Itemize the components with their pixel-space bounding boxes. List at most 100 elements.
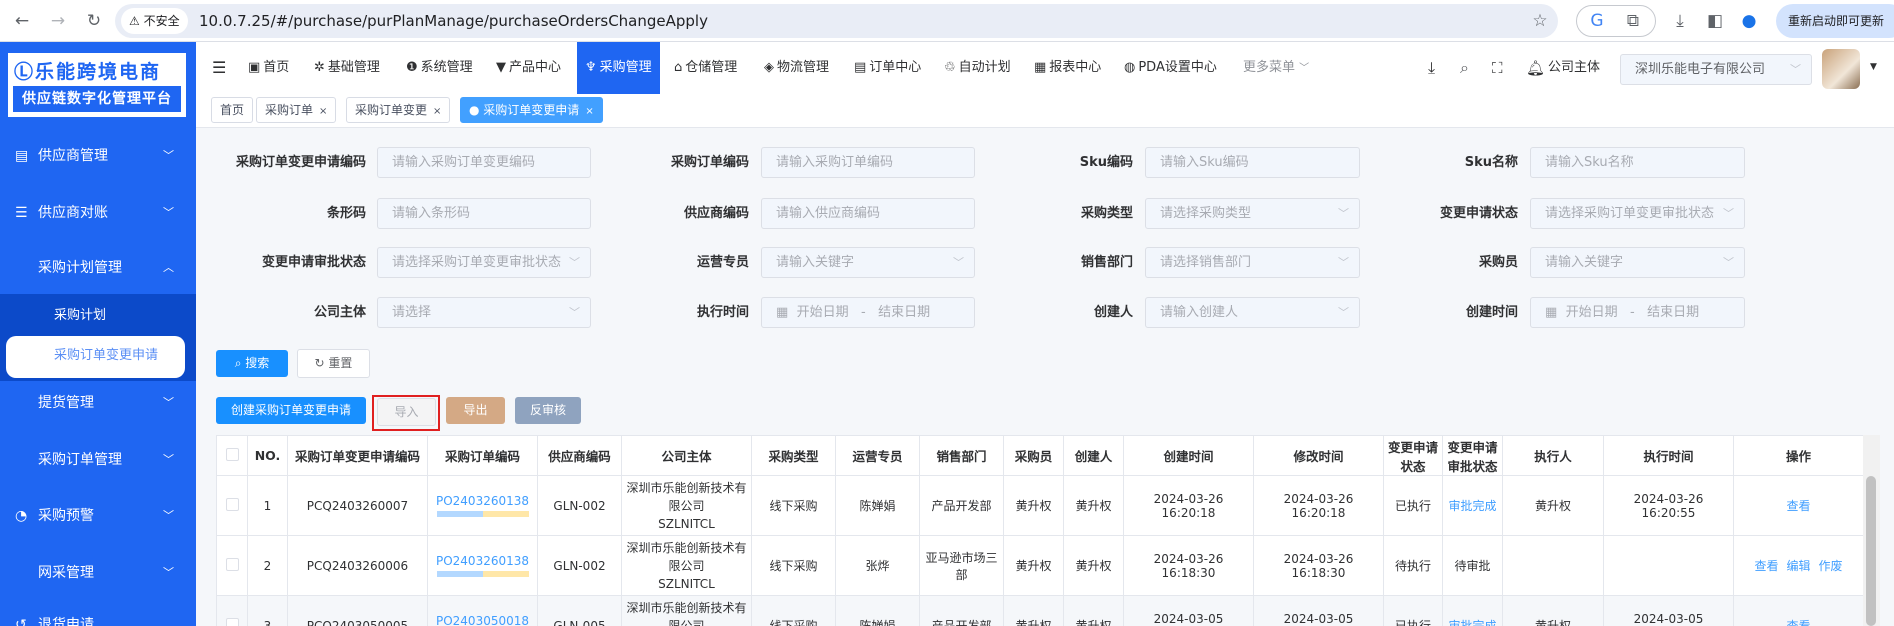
filter-input[interactable]: 请输入Sku名称 xyxy=(1530,147,1745,178)
placeholder: 请选择采购订单变更审批状态 xyxy=(1545,206,1715,221)
home-icon: ▣ xyxy=(248,60,261,75)
back-icon[interactable]: ← xyxy=(10,9,34,33)
forward-icon[interactable]: → xyxy=(46,9,70,33)
po-link[interactable]: PO2403260138 xyxy=(436,554,529,568)
bell-icon[interactable]: 🔔︎ xyxy=(1526,42,1545,94)
side-panel-icon[interactable]: ◧ xyxy=(1703,9,1727,33)
row-checkbox[interactable] xyxy=(225,617,239,626)
sidebar-item-warning[interactable]: ◔ 采购预警 ﹀ xyxy=(0,496,196,536)
table-header: NO. 采购订单变更申请编码 采购订单编码 供应商编码 公司主体 采购类型 运营专员 销售部门… xyxy=(216,435,1863,476)
address-bar[interactable]: ⚠ 不安全 10.0.7.25/#/purchase/purPlanManage… xyxy=(115,4,1558,38)
po-expand-toggle[interactable] xyxy=(436,571,529,577)
cell-buyer: 黄升权 xyxy=(1003,535,1064,596)
sidebar-label: 供应商管理 xyxy=(38,148,108,164)
nav-reports[interactable]: ▦ 报表中心 xyxy=(1034,42,1101,94)
approval-cell: 审批完成 xyxy=(1442,595,1503,626)
approval-status[interactable]: 审批完成 xyxy=(1448,619,1496,626)
column-header: 执行时间 xyxy=(1603,435,1734,476)
close-icon[interactable]: × xyxy=(433,106,441,117)
export-button[interactable]: 导出 xyxy=(446,397,505,424)
company-select[interactable]: 深圳乐能电子有限公司 ﹀ xyxy=(1620,54,1812,85)
action-link[interactable]: 编辑 xyxy=(1786,559,1810,573)
placeholder: 请输入关键字 xyxy=(776,255,855,270)
avatar[interactable] xyxy=(1822,49,1860,89)
close-icon[interactable]: × xyxy=(585,106,593,117)
column-header: 公司主体 xyxy=(621,435,752,476)
nav-auto-plan[interactable]: ♲ 自动计划 xyxy=(944,42,1011,94)
tab-po-change[interactable]: 采购订单变更 × xyxy=(346,97,451,123)
star-icon[interactable]: ☆ xyxy=(1528,9,1552,33)
nav-system[interactable]: ❶ 系统管理 xyxy=(406,42,473,94)
sidebar-item-online[interactable]: 网采管理 ﹀ xyxy=(0,553,196,593)
action-link[interactable]: 作废 xyxy=(1819,559,1843,573)
action-link[interactable]: 查看 xyxy=(1754,559,1778,573)
sidebar-subitem-change-apply[interactable]: 采购订单变更申请 xyxy=(6,336,185,378)
translate-icon[interactable]: G xyxy=(1585,9,1609,33)
nav-product[interactable]: ▼ 产品中心 xyxy=(496,42,561,94)
row-checkbox[interactable] xyxy=(225,557,239,571)
approval-status[interactable]: 审批完成 xyxy=(1448,499,1496,513)
export-label: 导出 xyxy=(463,403,488,417)
update-label: 重新启动即可更新 xyxy=(1788,14,1885,28)
create-button[interactable]: 创建采购订单变更申请 xyxy=(216,397,366,424)
tab-po-change-apply[interactable]: ● 采购订单变更申请 × xyxy=(460,97,603,123)
nav-orders[interactable]: ▤ 订单中心 xyxy=(854,42,921,94)
sidebar-item-return[interactable]: ↺ 退货申请 xyxy=(0,605,196,626)
po-link[interactable]: PO2403260138 xyxy=(436,494,529,508)
download-icon[interactable]: ⤓ xyxy=(1428,42,1435,94)
nav-basic[interactable]: ✲ 基础管理 xyxy=(314,42,380,94)
nav-logistics[interactable]: ◈ 物流管理 xyxy=(764,42,829,94)
cell-ops: 陈婵娟 xyxy=(835,475,920,536)
column-header: 变更申请审批状态 xyxy=(1442,435,1503,476)
menu-toggle-icon[interactable]: ☰ xyxy=(212,42,226,94)
action-link[interactable]: 查看 xyxy=(1786,499,1810,513)
reload-icon[interactable]: ↻ xyxy=(82,9,106,33)
nav-warehouse[interactable]: ⌂ 仓储管理 xyxy=(674,42,737,94)
filter-select[interactable]: 请输入关键字 ﹀ xyxy=(1530,247,1745,278)
nav-label: 仓储管理 xyxy=(685,60,738,75)
nav-home[interactable]: ▣ 首页 xyxy=(248,42,289,94)
filter-label: 供应商编码 xyxy=(683,206,749,221)
caret-down-icon[interactable]: ▼ xyxy=(1870,62,1877,72)
profile-icon[interactable]: ● xyxy=(1737,9,1761,33)
reset-button[interactable]: ↻ 重置 xyxy=(297,349,370,378)
action-link[interactable]: 查看 xyxy=(1786,619,1810,626)
date-range-picker[interactable]: ▦ 开始日期 - 结束日期 xyxy=(1530,297,1745,328)
nav-purchase[interactable]: ♆ 采购管理 xyxy=(577,42,660,94)
cell-status: 已执行 xyxy=(1383,595,1443,626)
filter-select[interactable]: 请选择采购订单变更审批状态 ﹀ xyxy=(1530,198,1745,229)
import-button[interactable]: 导入 xyxy=(377,398,436,426)
nav-label: 基础管理 xyxy=(327,60,380,75)
select-all-checkbox[interactable] xyxy=(225,447,239,461)
search-label: 搜索 xyxy=(245,356,270,370)
search-button[interactable]: ⌕ 搜索 xyxy=(216,350,288,377)
sidebar-label: 供应商对账 xyxy=(38,205,108,221)
tab-home[interactable]: 首页 xyxy=(211,97,254,123)
filter-label: 采购订单变更申请编码 xyxy=(235,155,366,170)
update-button[interactable]: 重新启动即可更新 xyxy=(1776,4,1894,38)
unaudit-button[interactable]: 反审核 xyxy=(515,397,581,424)
url-text[interactable]: 10.0.7.25/#/purchase/purPlanManage/purch… xyxy=(199,4,708,38)
po-expand-toggle[interactable] xyxy=(436,511,529,517)
cell-exec_time: 2024-03-05 15:57:15 xyxy=(1603,595,1734,626)
tab-po[interactable]: 采购订单 × xyxy=(256,97,337,123)
supplier-icon: ▤ xyxy=(15,148,29,164)
top-nav: ☰ ▣ 首页 ✲ 基础管理 ❶ 系统管理 ▼ 产品中心 ♆ 采购管理 ⌂ 仓储管理 ◈ 物流管… xyxy=(196,42,1894,94)
scrollbar-thumb[interactable] xyxy=(1866,476,1876,626)
search-icon[interactable]: ⌕ xyxy=(1460,42,1469,94)
row-checkbox[interactable] xyxy=(225,497,239,511)
insecure-badge[interactable]: ⚠ 不安全 xyxy=(121,8,188,34)
cube-icon: ▼ xyxy=(496,60,506,75)
nav-more[interactable]: 更多菜单 ﹀ xyxy=(1243,42,1309,94)
cell-creator: 黄升权 xyxy=(1063,475,1124,536)
download-icon[interactable]: ⤓ xyxy=(1668,9,1692,33)
extension-icon[interactable]: ⧉ xyxy=(1621,9,1645,33)
close-icon[interactable]: × xyxy=(319,106,327,117)
start-date-placeholder: 开始日期 xyxy=(796,305,849,320)
sidebar-item-po-manage[interactable]: 采购订单管理 ﹀ xyxy=(0,440,196,480)
filter-label: 采购员 xyxy=(1478,255,1518,270)
fullscreen-icon[interactable]: ⛶ xyxy=(1492,42,1503,94)
po-link[interactable]: PO2403050018 xyxy=(436,614,529,626)
nav-pda[interactable]: ◍ PDA设置中心 xyxy=(1124,42,1217,94)
sidebar-item-pickup[interactable]: 提货管理 ﹀ xyxy=(0,383,196,423)
